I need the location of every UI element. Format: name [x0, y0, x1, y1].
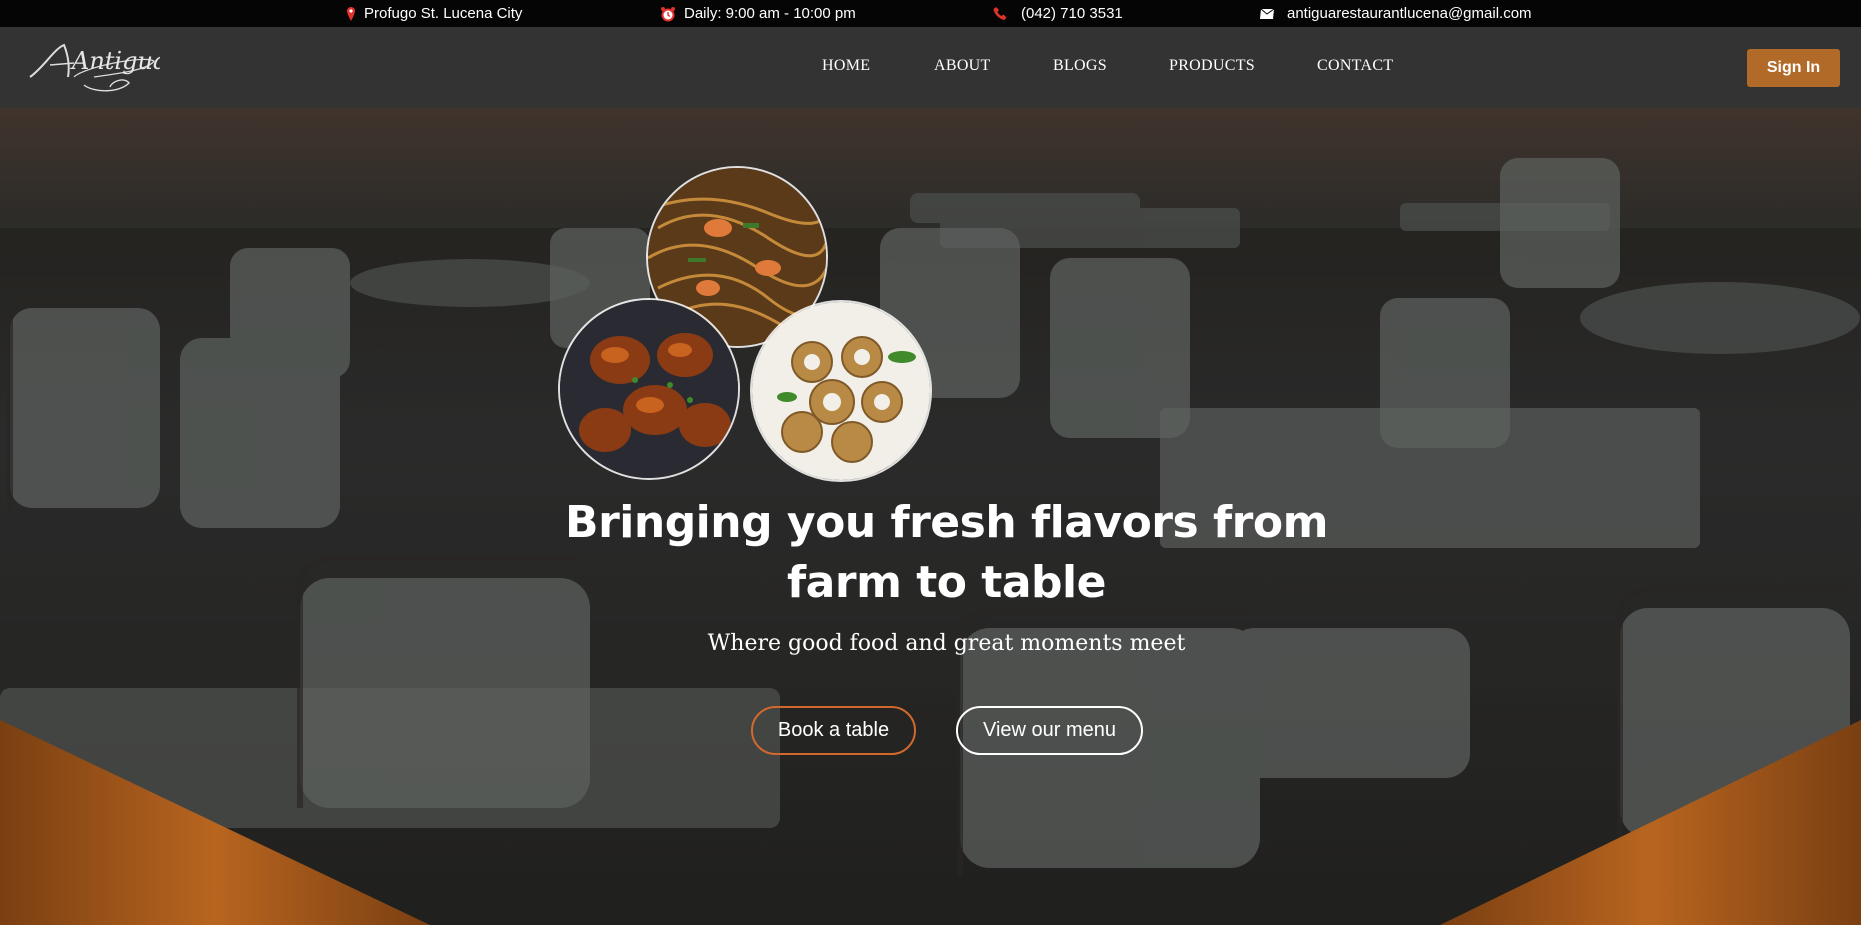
nav-contact[interactable]: CONTACT	[1317, 57, 1393, 75]
nav-products[interactable]: PRODUCTS	[1169, 57, 1255, 75]
fried-calamari-dish-image	[750, 300, 932, 482]
view-menu-button[interactable]: View our menu	[956, 706, 1143, 755]
top-info-bar: Profugo St. Lucena City Daily: 9:00 am -…	[0, 0, 1861, 27]
main-navbar: Antigua HOME ABOUT BLOGS PRODUCTS CONTAC…	[0, 27, 1861, 108]
map-pin-icon	[346, 6, 356, 22]
alarm-clock-icon	[660, 6, 676, 22]
hero-section: Bringing you fresh flavors from farm to …	[0, 108, 1861, 925]
nav-blogs[interactable]: BLOGS	[1053, 57, 1107, 75]
glazed-chicken-dish-image	[558, 298, 740, 480]
nav-menu: HOME ABOUT BLOGS PRODUCTS CONTACT	[0, 27, 1861, 108]
hours-info: Daily: 9:00 am - 10:00 pm	[660, 0, 856, 27]
headline-line-2: farm to table	[787, 557, 1106, 608]
sign-in-button[interactable]: Sign In	[1747, 49, 1840, 87]
envelope-icon	[1259, 8, 1275, 20]
book-table-button[interactable]: Book a table	[751, 706, 916, 755]
nav-home[interactable]: HOME	[822, 57, 870, 75]
phone-text: (042) 710 3531	[1021, 5, 1123, 22]
headline-line-1: Bringing you fresh flavors from	[565, 497, 1328, 548]
email-info: antiguarestaurantlucena@gmail.com	[1259, 0, 1532, 27]
hours-text: Daily: 9:00 am - 10:00 pm	[684, 5, 856, 22]
nav-about[interactable]: ABOUT	[934, 57, 991, 75]
address-text: Profugo St. Lucena City	[364, 5, 523, 22]
email-link[interactable]: antiguarestaurantlucena@gmail.com	[1287, 5, 1532, 22]
phone-icon	[993, 6, 1007, 21]
phone-info: (042) 710 3531	[993, 0, 1123, 27]
address-info: Profugo St. Lucena City	[346, 0, 522, 27]
hero-headline: Bringing you fresh flavors from farm to …	[560, 493, 1333, 613]
hero-subline: Where good food and great moments meet	[707, 631, 1186, 656]
